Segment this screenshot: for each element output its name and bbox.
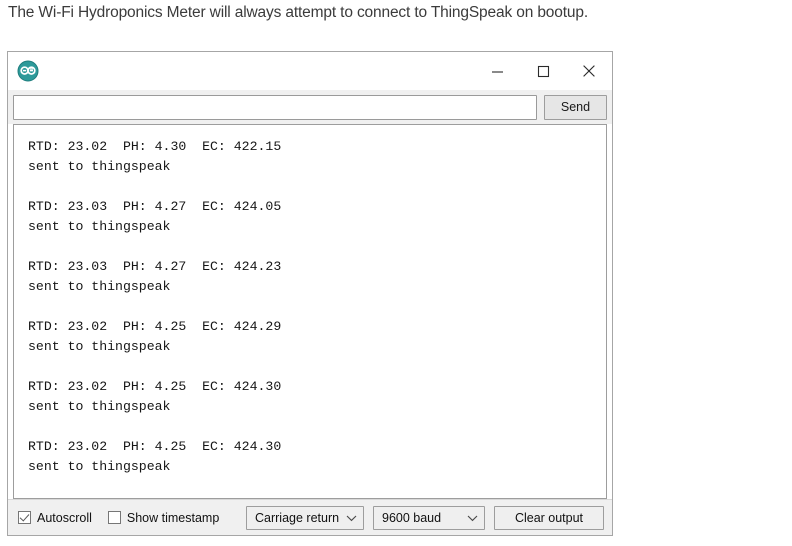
line-ending-dropdown[interactable]: Carriage return <box>246 505 364 530</box>
show-timestamp-label: Show timestamp <box>126 510 220 525</box>
serial-reading-line: RTD: 23.03 PH: 4.27 EC: 424.05 <box>28 199 282 214</box>
serial-output-block: RTD: 23.03 PH: 4.27 EC: 424.05 sent to th… <box>28 197 606 237</box>
serial-send-input[interactable] <box>13 94 537 120</box>
chevron-down-icon <box>346 511 357 525</box>
page-caption: The Wi-Fi Hydroponics Meter will always … <box>8 4 588 21</box>
show-timestamp-checkbox[interactable]: Show timestamp <box>107 510 220 525</box>
serial-monitor-toolbar: Autoscroll Show timestamp Carriage retur… <box>8 499 612 535</box>
chevron-down-icon <box>467 511 478 525</box>
baud-rate-dropdown[interactable]: 9600 baud <box>373 505 485 530</box>
autoscroll-checkbox-box[interactable] <box>18 511 31 524</box>
serial-reading-line: RTD: 23.02 PH: 4.25 EC: 424.30 <box>28 379 282 394</box>
serial-output-text: RTD: 23.02 PH: 4.30 EC: 422.15 sent to th… <box>14 125 606 477</box>
window-controls <box>474 52 612 90</box>
window-titlebar <box>8 52 612 90</box>
serial-output-block: RTD: 23.02 PH: 4.25 EC: 424.29 sent to th… <box>28 317 606 357</box>
serial-monitor-window: Send RTD: 23.02 PH: 4.30 EC: 422.15 sent … <box>7 51 613 536</box>
serial-status-line: sent to thingspeak <box>28 459 171 474</box>
serial-output-block: RTD: 23.02 PH: 4.30 EC: 422.15 sent to th… <box>28 137 606 177</box>
autoscroll-checkbox[interactable]: Autoscroll <box>18 511 92 525</box>
clear-output-button[interactable]: Clear output <box>494 505 604 530</box>
serial-output-block: RTD: 23.02 PH: 4.25 EC: 424.30 sent to th… <box>28 377 606 417</box>
arduino-infinity-icon <box>17 60 39 82</box>
maximize-button[interactable] <box>520 52 566 90</box>
serial-output-block: RTD: 23.03 PH: 4.27 EC: 424.23 sent to th… <box>28 257 606 297</box>
minimize-button[interactable] <box>474 52 520 90</box>
serial-output-block: RTD: 23.02 PH: 4.25 EC: 424.30 sent to th… <box>28 437 606 477</box>
autoscroll-label: Autoscroll <box>37 510 92 525</box>
close-button[interactable] <box>566 52 612 90</box>
serial-status-line: sent to thingspeak <box>28 219 171 234</box>
show-timestamp-checkbox-box[interactable] <box>107 511 121 524</box>
serial-status-line: sent to thingspeak <box>28 159 171 174</box>
line-ending-value: Carriage return <box>255 510 340 525</box>
send-button[interactable]: Send <box>544 94 607 120</box>
serial-reading-line: RTD: 23.03 PH: 4.27 EC: 424.23 <box>28 259 282 274</box>
serial-reading-line: RTD: 23.02 PH: 4.25 EC: 424.29 <box>28 319 282 334</box>
serial-output-area[interactable]: RTD: 23.02 PH: 4.30 EC: 422.15 sent to th… <box>13 124 607 499</box>
baud-rate-value: 9600 baud <box>382 510 442 525</box>
serial-reading-line: RTD: 23.02 PH: 4.30 EC: 422.15 <box>28 139 282 154</box>
send-bar: Send <box>8 90 612 124</box>
serial-reading-line: RTD: 23.02 PH: 4.25 EC: 424.30 <box>28 439 282 454</box>
serial-status-line: sent to thingspeak <box>28 279 171 294</box>
serial-status-line: sent to thingspeak <box>28 399 171 414</box>
serial-status-line: sent to thingspeak <box>28 339 171 354</box>
